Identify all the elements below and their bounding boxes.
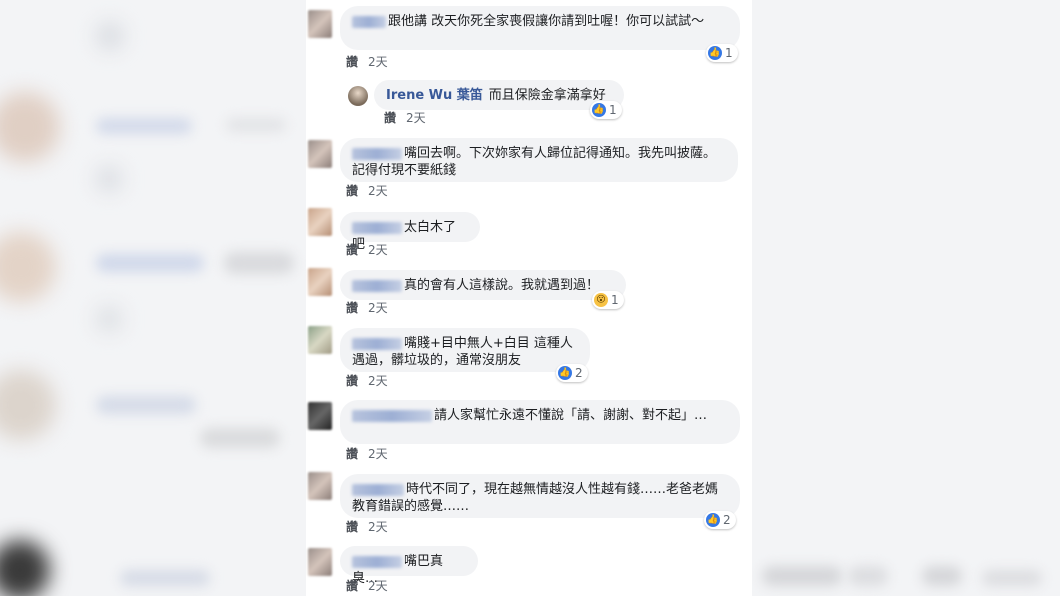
comment-bubble: 嘴巴真臭… <box>340 546 478 586</box>
commenter-name-blurred[interactable] <box>352 337 402 350</box>
like-link[interactable]: 讚 <box>346 243 358 257</box>
comment-text: 跟他講 改天你死全家喪假讓你請到吐喔！你可以試試～ <box>388 14 705 29</box>
comment-meta: 讚 2天 <box>346 577 388 594</box>
like-link[interactable]: 讚 <box>384 111 396 125</box>
comment-bubble: 嘴回去啊。下次妳家有人歸位記得通知。我先叫披薩。記得付現不要紙錢 <box>340 138 738 182</box>
timestamp[interactable]: 2天 <box>368 579 388 593</box>
commenter-name-blurred[interactable] <box>352 221 402 234</box>
commenter-name-blurred[interactable] <box>352 147 402 160</box>
commenter-name-blurred[interactable] <box>352 279 402 292</box>
comment-list: 跟他講 改天你死全家喪假讓你請到吐喔！你可以試試～ 👍 1 讚 2天 Irene W… <box>306 0 752 596</box>
reaction-count[interactable]: 😮 1 <box>592 291 624 309</box>
comment-meta: 讚 2天 <box>346 445 388 462</box>
commenter-avatar[interactable] <box>308 548 332 576</box>
commenter-avatar[interactable] <box>308 208 332 236</box>
reaction-count[interactable]: 👍 1 <box>706 44 738 62</box>
like-reaction-icon: 👍 <box>708 46 722 60</box>
comment-meta: 讚 2天 <box>346 53 388 70</box>
reply-avatar[interactable] <box>348 86 368 106</box>
comment-bubble: 跟他講 改天你死全家喪假讓你請到吐喔！你可以試試～ <box>340 6 740 50</box>
reply-bubble: Irene Wu 葉笛 而且保險金拿滿拿好 <box>374 80 624 110</box>
commenter-avatar[interactable] <box>308 472 332 500</box>
comment-bubble: 真的會有人這樣說。我就遇到過！ <box>340 270 626 300</box>
reply-text: 而且保險金拿滿拿好 <box>488 88 606 103</box>
commenter-avatar[interactable] <box>308 268 332 296</box>
comment-meta: 讚 2天 <box>346 372 388 389</box>
timestamp[interactable]: 2天 <box>368 243 388 257</box>
reply-author-name[interactable]: Irene Wu 葉笛 <box>386 88 483 103</box>
reaction-count[interactable]: 👍 2 <box>556 364 588 382</box>
comment-meta: 讚 2天 <box>346 299 388 316</box>
comment-bubble: 太白木了吧 <box>340 212 480 252</box>
timestamp[interactable]: 2天 <box>368 55 388 69</box>
commenter-avatar[interactable] <box>308 140 332 168</box>
blurred-background-left <box>0 0 306 596</box>
like-link[interactable]: 讚 <box>346 520 358 534</box>
commenter-avatar[interactable] <box>308 10 332 38</box>
timestamp[interactable]: 2天 <box>368 184 388 198</box>
timestamp[interactable]: 2天 <box>368 447 388 461</box>
like-reaction-icon: 👍 <box>706 513 720 527</box>
timestamp[interactable]: 2天 <box>368 301 388 315</box>
timestamp[interactable]: 2天 <box>368 520 388 534</box>
commenter-name-blurred[interactable] <box>352 483 404 496</box>
like-link[interactable]: 讚 <box>346 374 358 388</box>
reaction-count[interactable]: 👍 1 <box>590 101 622 119</box>
commenter-name-blurred[interactable] <box>352 409 432 422</box>
like-link[interactable]: 讚 <box>346 579 358 593</box>
like-link[interactable]: 讚 <box>346 184 358 198</box>
timestamp[interactable]: 2天 <box>368 374 388 388</box>
reply-meta: 讚 2天 <box>384 109 426 126</box>
comment-meta: 讚 2天 <box>346 518 388 535</box>
comment-text: 時代不同了，現在越無情越沒人性越有錢……老爸老媽教育錯誤的感覺…… <box>352 482 719 514</box>
commenter-avatar[interactable] <box>308 402 332 430</box>
blurred-background-right <box>752 0 1060 596</box>
like-link[interactable]: 讚 <box>346 301 358 315</box>
timestamp[interactable]: 2天 <box>406 111 426 125</box>
comment-bubble: 時代不同了，現在越無情越沒人性越有錢……老爸老媽教育錯誤的感覺…… <box>340 474 740 518</box>
like-link[interactable]: 讚 <box>346 447 358 461</box>
commenter-name-blurred[interactable] <box>352 15 386 28</box>
reaction-count[interactable]: 👍 2 <box>704 511 736 529</box>
commenter-name-blurred[interactable] <box>352 555 402 568</box>
wow-reaction-icon: 😮 <box>594 293 608 307</box>
commenter-avatar[interactable] <box>308 326 332 354</box>
comment-meta: 讚 2天 <box>346 241 388 258</box>
comment-text: 嘴回去啊。下次妳家有人歸位記得通知。我先叫披薩。記得付現不要紙錢 <box>352 146 717 178</box>
like-reaction-icon: 👍 <box>558 366 572 380</box>
like-reaction-icon: 👍 <box>592 103 606 117</box>
comment-bubble: 嘴賤+目中無人+白目 這種人遇過，髒垃圾的，通常沒朋友 <box>340 328 590 372</box>
like-link[interactable]: 讚 <box>346 55 358 69</box>
comment-bubble: 請人家幫忙永遠不懂說「請、謝謝、對不起」… <box>340 400 740 444</box>
comment-text: 真的會有人這樣說。我就遇到過！ <box>404 278 600 293</box>
comment-text: 請人家幫忙永遠不懂說「請、謝謝、對不起」… <box>434 408 708 423</box>
comment-meta: 讚 2天 <box>346 182 388 199</box>
